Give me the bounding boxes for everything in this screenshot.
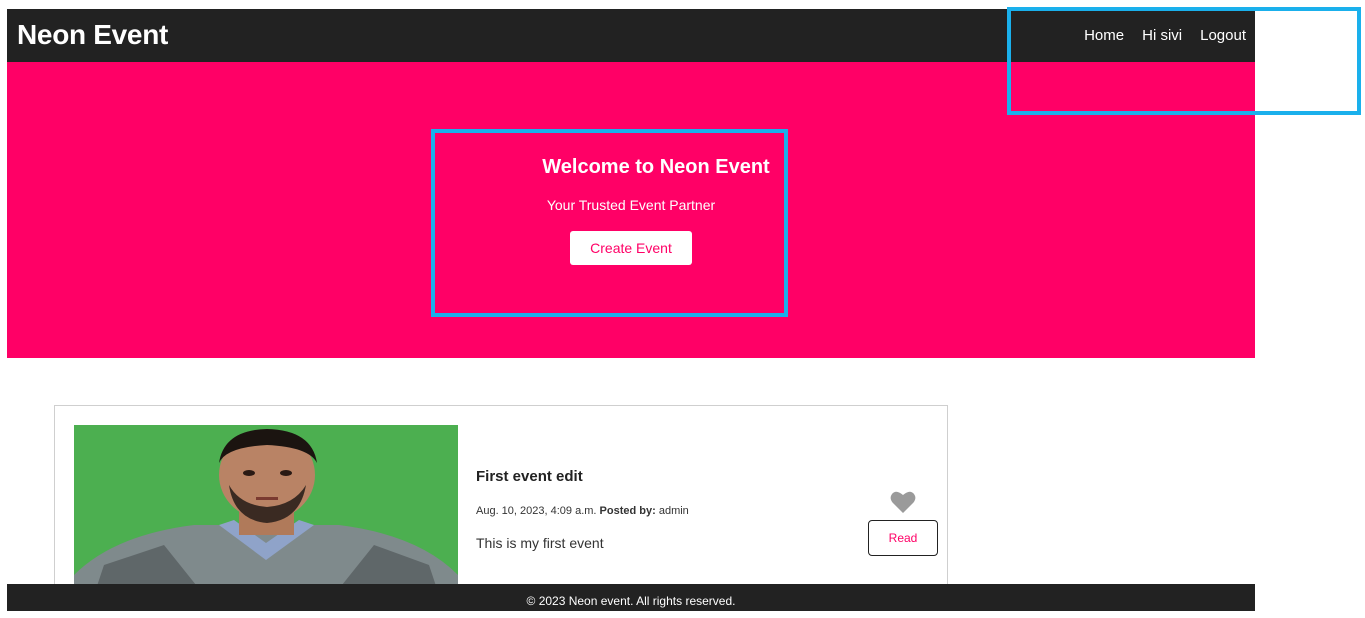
hero-banner: Welcome to Neon Event Your Trusted Event… <box>7 62 1255 358</box>
event-author: admin <box>658 505 689 517</box>
nav-link-user-greeting[interactable]: Hi sivi <box>1142 27 1182 44</box>
event-card: First event edit Aug. 10, 2023, 4:09 a.m… <box>54 405 948 595</box>
footer-copyright: © 2023 Neon event. All rights reserved. <box>526 594 736 608</box>
nav-links: Home Hi sivi Logout <box>1084 27 1246 44</box>
create-event-button[interactable]: Create Event <box>570 231 692 265</box>
event-image <box>74 425 458 595</box>
nav-link-logout[interactable]: Logout <box>1200 27 1246 44</box>
posted-by-label: Posted by: <box>599 505 656 517</box>
event-date: Aug. 10, 2023, 4:09 a.m. <box>476 505 597 517</box>
footer: © 2023 Neon event. All rights reserved. <box>7 584 1255 611</box>
hero-subtitle: Your Trusted Event Partner <box>546 197 716 213</box>
event-title[interactable]: First event edit <box>476 468 583 485</box>
event-meta: Aug. 10, 2023, 4:09 a.m. Posted by: admi… <box>476 505 689 517</box>
person-photo <box>74 425 458 595</box>
brand-logo[interactable]: Neon Event <box>17 19 168 51</box>
navbar: Neon Event Home Hi sivi Logout <box>7 9 1255 62</box>
hero-title: Welcome to Neon Event <box>542 156 770 178</box>
heart-icon[interactable] <box>890 490 916 514</box>
event-description: This is my first event <box>476 535 604 551</box>
read-button[interactable]: Read <box>868 520 938 556</box>
nav-link-home[interactable]: Home <box>1084 27 1124 44</box>
